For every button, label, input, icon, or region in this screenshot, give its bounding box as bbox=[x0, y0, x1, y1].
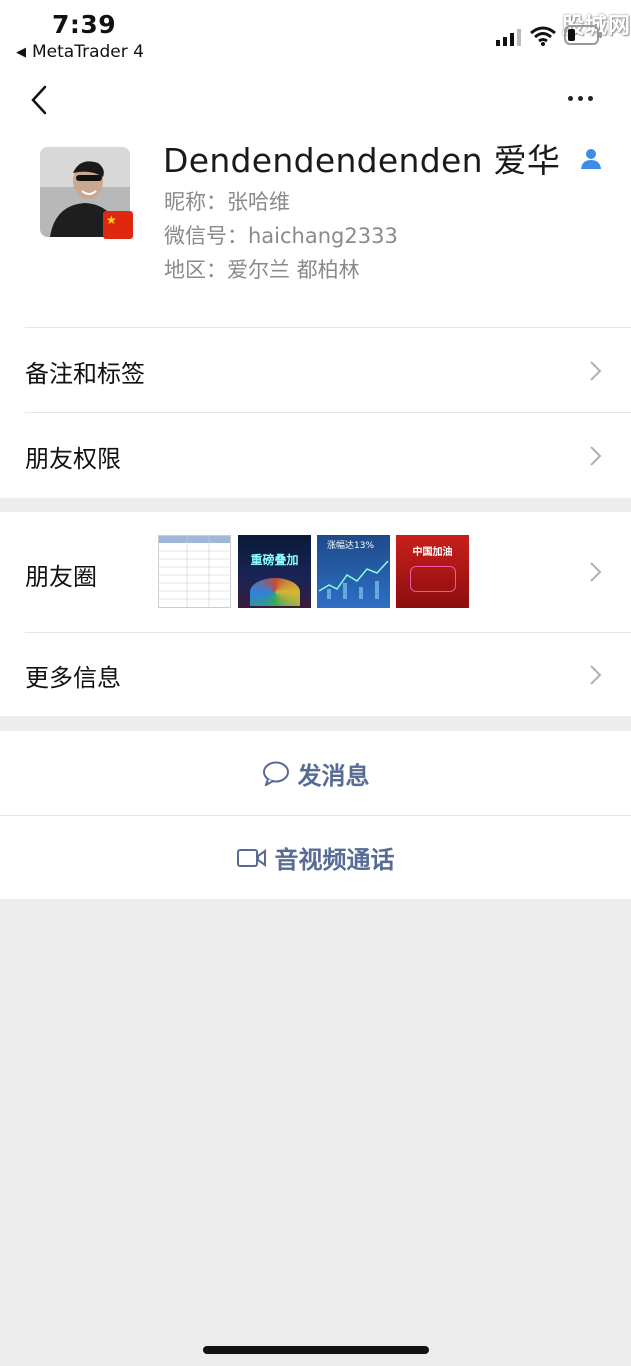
video-call-label: 音视频通话 bbox=[274, 846, 395, 874]
china-flag-icon: ★ bbox=[103, 211, 133, 239]
video-call-button[interactable]: 音视频通话 bbox=[0, 816, 631, 899]
back-triangle-icon: ◀ bbox=[16, 44, 26, 60]
home-indicator[interactable] bbox=[203, 1346, 429, 1354]
more-info-row[interactable]: 更多信息 bbox=[0, 633, 631, 716]
moments-label: 朋友圈 bbox=[25, 563, 97, 591]
friend-permissions-label: 朋友权限 bbox=[25, 445, 121, 473]
moments-thumb-poster[interactable]: 中国加油 bbox=[396, 535, 469, 608]
moments-thumb-table[interactable] bbox=[158, 535, 231, 608]
wechat-id: 微信号：haichang2333 bbox=[164, 224, 398, 248]
signal-icon bbox=[496, 29, 521, 46]
chart-thumb-image bbox=[318, 560, 389, 599]
chevron-right-icon bbox=[590, 562, 602, 582]
person-icon bbox=[580, 149, 601, 169]
nickname: 昵称：张哈维 bbox=[164, 190, 290, 214]
more-info-label: 更多信息 bbox=[25, 664, 121, 692]
friend-permissions-row[interactable]: 朋友权限 bbox=[0, 413, 631, 497]
thumb-promo-title: 重磅叠加 bbox=[250, 553, 299, 567]
battery-icon bbox=[564, 25, 602, 45]
send-message-label: 发消息 bbox=[297, 761, 370, 790]
status-time: 7:39 bbox=[52, 10, 117, 39]
more-dots-icon[interactable] bbox=[568, 96, 593, 101]
wifi-icon bbox=[530, 26, 556, 46]
remarks-tags-label: 备注和标签 bbox=[25, 360, 145, 388]
chevron-right-icon bbox=[590, 665, 602, 685]
thumb-chart-title: 涨幅达13% bbox=[327, 541, 375, 551]
moments-row[interactable]: 朋友圈 bbox=[0, 512, 631, 632]
status-icons bbox=[496, 24, 604, 46]
video-camera-icon bbox=[236, 848, 266, 867]
profile-name-text: Dendendendenden 爱华 bbox=[163, 141, 561, 180]
table-image bbox=[159, 536, 230, 607]
region: 地区：爱尔兰 都柏林 bbox=[164, 258, 360, 282]
back-app-label: MetaTrader 4 bbox=[32, 42, 144, 62]
profile-name: Dendendendenden 爱华 bbox=[163, 134, 603, 182]
thumb-poster-title: 中国加油 bbox=[412, 547, 453, 558]
back-to-app-link[interactable]: ◀ MetaTrader 4 bbox=[16, 42, 144, 62]
back-chevron-icon[interactable] bbox=[28, 84, 50, 116]
send-message-button[interactable]: 发消息 bbox=[0, 731, 631, 815]
moments-thumb-chart[interactable]: 涨幅达13% bbox=[317, 535, 390, 608]
chevron-right-icon bbox=[590, 446, 602, 466]
remarks-tags-row[interactable]: 备注和标签 bbox=[0, 328, 631, 412]
chat-bubble-icon bbox=[262, 761, 289, 786]
chevron-right-icon bbox=[590, 361, 602, 381]
moments-thumb-promo[interactable]: 重磅叠加 bbox=[238, 535, 311, 608]
